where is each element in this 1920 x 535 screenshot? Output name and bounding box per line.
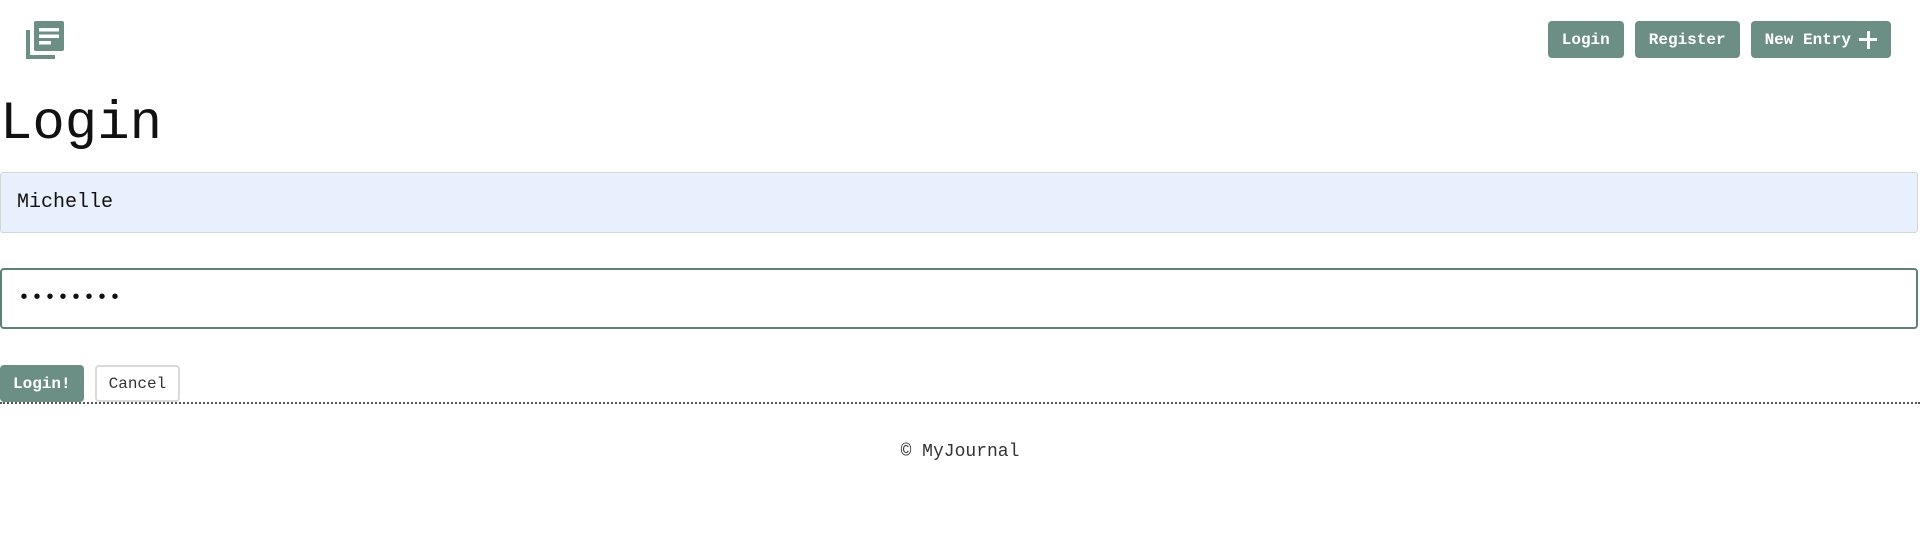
new-entry-button[interactable]: New Entry bbox=[1750, 21, 1891, 58]
nav-register-button[interactable]: Register bbox=[1634, 21, 1740, 58]
plus-icon bbox=[1859, 30, 1877, 49]
top-nav: Login Register New Entry bbox=[1547, 21, 1891, 58]
form-actions: Login! Cancel bbox=[0, 365, 181, 402]
footer-copyright: © MyJournal bbox=[900, 442, 1020, 462]
header: Login Register New Entry bbox=[0, 0, 1920, 80]
new-entry-label: New Entry bbox=[1764, 30, 1851, 49]
cancel-button[interactable]: Cancel bbox=[94, 365, 181, 402]
journal-stack-icon[interactable] bbox=[26, 21, 64, 59]
page-title: Login bbox=[0, 94, 163, 155]
nav-login-button[interactable]: Login bbox=[1547, 21, 1624, 58]
password-input[interactable] bbox=[0, 268, 1918, 329]
login-submit-button[interactable]: Login! bbox=[0, 365, 84, 402]
username-input[interactable] bbox=[0, 172, 1918, 233]
footer-divider bbox=[0, 402, 1920, 404]
